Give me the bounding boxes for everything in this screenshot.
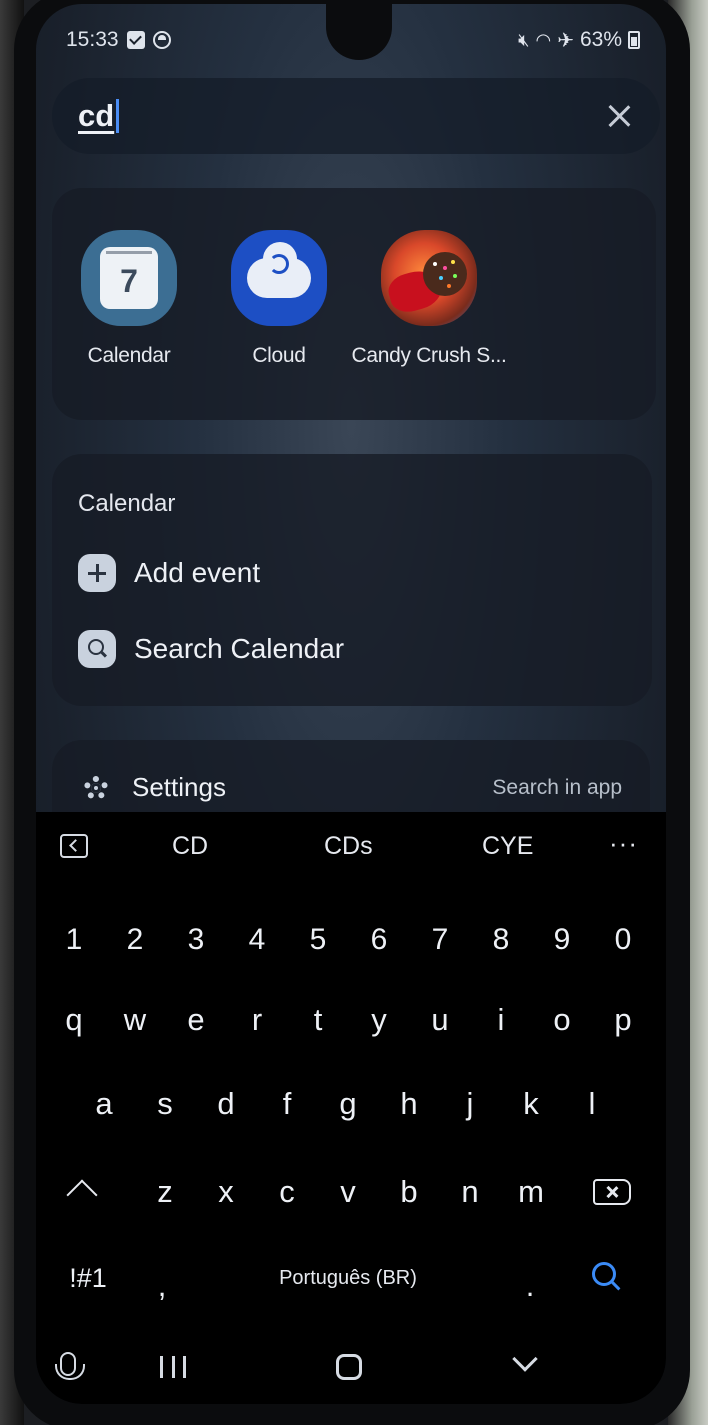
chevron-down-icon[interactable] bbox=[512, 1346, 538, 1372]
status-time: 15:33 bbox=[66, 28, 119, 51]
key-c[interactable]: c bbox=[257, 1162, 317, 1222]
search-in-app-label[interactable]: Search in app bbox=[492, 776, 622, 800]
shift-key[interactable] bbox=[52, 1162, 112, 1222]
key-k[interactable]: k bbox=[501, 1074, 561, 1134]
key-i[interactable]: i bbox=[471, 990, 531, 1050]
key-h[interactable]: h bbox=[379, 1074, 439, 1134]
app-cloud[interactable]: Cloud bbox=[204, 230, 354, 368]
airplane-icon: ✈ bbox=[557, 29, 574, 52]
search-key[interactable] bbox=[576, 1248, 636, 1308]
suggestion-bar: CD CDs CYE ··· bbox=[36, 828, 666, 872]
search-bar[interactable]: cd bbox=[52, 78, 660, 154]
sync-icon bbox=[269, 254, 289, 274]
key-u[interactable]: u bbox=[410, 990, 470, 1050]
key-l[interactable]: l bbox=[562, 1074, 622, 1134]
plus-icon bbox=[78, 554, 116, 592]
clear-icon[interactable] bbox=[604, 101, 634, 131]
key-0[interactable]: 0 bbox=[593, 910, 653, 970]
key-y[interactable]: y bbox=[349, 990, 409, 1050]
app-candy-crush[interactable]: Candy Crush S... bbox=[351, 230, 507, 368]
action-label: Search Calendar bbox=[134, 633, 345, 664]
keyboard: CD CDs CYE ··· 1 2 3 4 5 6 7 8 9 0 q w e… bbox=[36, 812, 666, 1404]
key-w[interactable]: w bbox=[105, 990, 165, 1050]
key-2[interactable]: 2 bbox=[105, 910, 165, 970]
calendar-icon: 7 bbox=[81, 230, 177, 326]
key-g[interactable]: g bbox=[318, 1074, 378, 1134]
key-f[interactable]: f bbox=[257, 1074, 317, 1134]
key-6[interactable]: 6 bbox=[349, 910, 409, 970]
key-n[interactable]: n bbox=[440, 1162, 500, 1222]
wifi-icon: ◠ bbox=[535, 29, 552, 50]
app-calendar[interactable]: 7 Calendar bbox=[54, 230, 204, 368]
key-8[interactable]: 8 bbox=[471, 910, 531, 970]
suggestion-item[interactable]: CYE bbox=[482, 832, 533, 861]
text-cursor bbox=[116, 99, 120, 133]
home-icon[interactable] bbox=[336, 1354, 362, 1380]
period-key[interactable]: . bbox=[500, 1256, 560, 1316]
key-3[interactable]: 3 bbox=[166, 910, 226, 970]
battery-level: 63% bbox=[579, 28, 622, 51]
key-r[interactable]: r bbox=[227, 990, 287, 1050]
backspace-icon bbox=[593, 1179, 631, 1205]
section-title: Calendar bbox=[78, 490, 176, 517]
key-7[interactable]: 7 bbox=[410, 910, 470, 970]
key-s[interactable]: s bbox=[135, 1074, 195, 1134]
cloud-icon bbox=[231, 230, 327, 326]
key-1[interactable]: 1 bbox=[44, 910, 104, 970]
action-label: Add event bbox=[134, 557, 261, 588]
key-b[interactable]: b bbox=[379, 1162, 439, 1222]
gear-icon bbox=[84, 775, 108, 800]
key-m[interactable]: m bbox=[501, 1162, 561, 1222]
key-a[interactable]: a bbox=[74, 1074, 134, 1134]
mute-icon: 🔇︎ bbox=[518, 29, 530, 50]
key-p[interactable]: p bbox=[593, 990, 653, 1050]
app-label: Cloud bbox=[252, 344, 306, 367]
key-z[interactable]: z bbox=[135, 1162, 195, 1222]
key-4[interactable]: 4 bbox=[227, 910, 287, 970]
add-event-action[interactable]: Add event bbox=[78, 554, 260, 592]
app-label: Calendar bbox=[87, 344, 171, 367]
key-9[interactable]: 9 bbox=[532, 910, 592, 970]
suggestion-item[interactable]: CDs bbox=[324, 832, 373, 861]
apps-results-card: 7 Calendar Cloud Candy Crush S... bbox=[52, 188, 656, 420]
symbols-key[interactable]: !#1 bbox=[58, 1248, 118, 1308]
app-label: Candy Crush S... bbox=[351, 344, 507, 367]
task-check-icon bbox=[126, 31, 145, 49]
shift-icon bbox=[67, 1178, 97, 1208]
key-x[interactable]: x bbox=[196, 1162, 256, 1222]
search-input[interactable]: cd bbox=[78, 98, 114, 134]
search-icon bbox=[78, 630, 116, 668]
calendar-day: 7 bbox=[100, 247, 158, 309]
settings-label: Settings bbox=[132, 772, 226, 802]
recents-icon[interactable] bbox=[160, 1356, 186, 1378]
key-5[interactable]: 5 bbox=[288, 910, 348, 970]
key-j[interactable]: j bbox=[440, 1074, 500, 1134]
key-e[interactable]: e bbox=[166, 990, 226, 1050]
backspace-key[interactable] bbox=[582, 1162, 642, 1222]
notification-icon bbox=[152, 31, 171, 49]
phone-frame: 15:33 🔇︎ ◠ ✈ 63% cd 7 Calendar Cloud Can… bbox=[14, 0, 690, 1425]
calendar-actions-card: Calendar Add event Search Calendar bbox=[52, 454, 652, 706]
suggestion-item[interactable]: CD bbox=[172, 832, 208, 861]
key-t[interactable]: t bbox=[288, 990, 348, 1050]
comma-key[interactable]: , bbox=[132, 1256, 192, 1316]
search-icon bbox=[592, 1262, 622, 1292]
key-v[interactable]: v bbox=[318, 1162, 378, 1222]
screen: 15:33 🔇︎ ◠ ✈ 63% cd 7 Calendar Cloud Can… bbox=[36, 4, 666, 1404]
key-q[interactable]: q bbox=[44, 990, 104, 1050]
more-options-icon[interactable]: ··· bbox=[609, 828, 638, 859]
space-key[interactable]: Português (BR) bbox=[228, 1248, 468, 1308]
keyboard-back-icon[interactable] bbox=[60, 834, 88, 858]
key-o[interactable]: o bbox=[532, 990, 592, 1050]
microphone-icon[interactable] bbox=[55, 1352, 85, 1380]
search-calendar-action[interactable]: Search Calendar bbox=[78, 630, 344, 668]
key-d[interactable]: d bbox=[196, 1074, 256, 1134]
candy-crush-icon bbox=[381, 230, 477, 326]
battery-icon bbox=[628, 31, 640, 49]
